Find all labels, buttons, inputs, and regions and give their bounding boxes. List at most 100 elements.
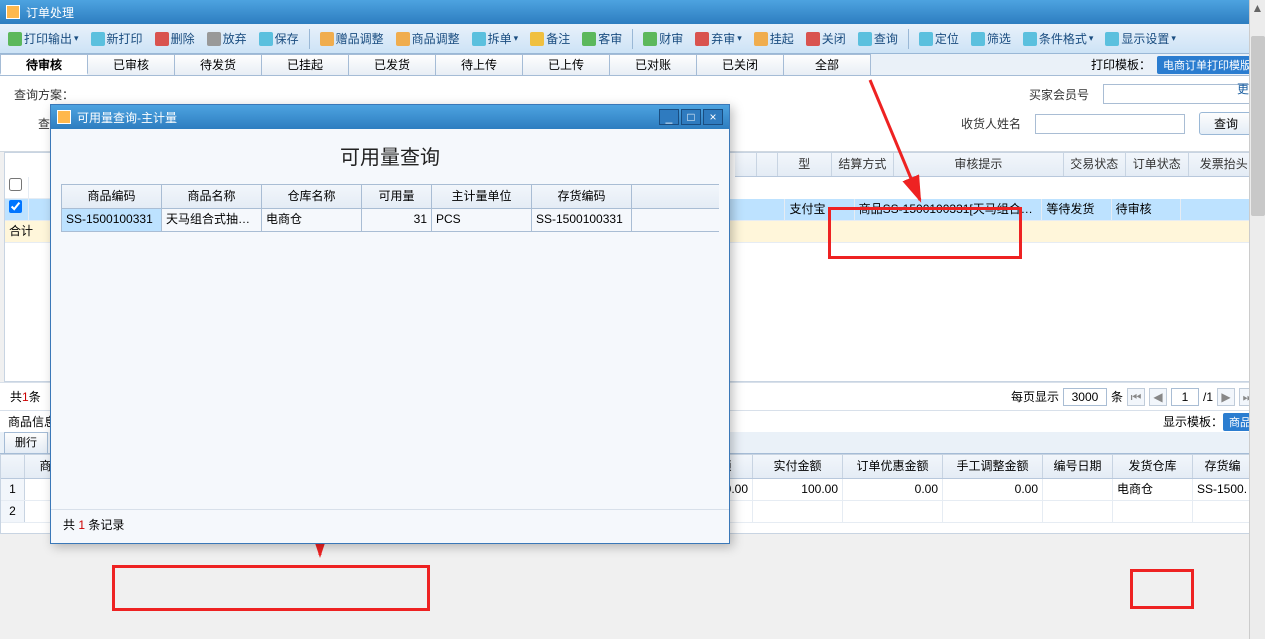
first-page-button[interactable]: ⏮	[1127, 388, 1145, 406]
tab-全部[interactable]: 全部	[783, 54, 871, 75]
detail-cell-paid	[753, 501, 843, 522]
dialog-col-header[interactable]: 存货编码	[532, 185, 632, 208]
toolbar-label: 挂起	[770, 30, 794, 47]
query-button[interactable]: 查询	[1199, 112, 1253, 135]
赠品调整-icon	[320, 32, 334, 46]
toolbar-新打印[interactable]: 新打印	[87, 28, 147, 49]
toolbar-label: 删除	[171, 30, 195, 47]
toolbar-筛选[interactable]: 筛选	[967, 28, 1015, 49]
grid-cell: 商品SS-1500100331[天马组合式…	[855, 199, 1043, 220]
toolbar-放弃[interactable]: 放弃	[203, 28, 251, 49]
col-header[interactable]: 审核提示	[894, 153, 1063, 176]
toolbar-拆单[interactable]: 拆单	[468, 28, 523, 49]
detail-cell-date	[1043, 501, 1113, 522]
print-template-badge[interactable]: 电商订单打印模版	[1157, 56, 1257, 74]
dialog-col-header[interactable]: 可用量	[362, 185, 432, 208]
col-header[interactable]: 型	[778, 153, 832, 176]
toolbar-打印输出[interactable]: 打印输出	[4, 28, 83, 49]
vertical-scrollbar[interactable]: ▲	[1249, 0, 1265, 639]
tab-已关闭[interactable]: 已关闭	[696, 54, 784, 75]
col-header[interactable]: 结算方式	[832, 153, 895, 176]
page-input[interactable]	[1171, 388, 1199, 406]
detail-col-header[interactable]: 订单优惠金额	[843, 455, 943, 478]
detail-col-header[interactable]: 存货编	[1193, 455, 1253, 478]
detail-col-header[interactable]: 实付金额	[753, 455, 843, 478]
显示设置-icon	[1105, 32, 1119, 46]
tab-已上传[interactable]: 已上传	[522, 54, 610, 75]
toolbar-条件格式[interactable]: 条件格式	[1019, 28, 1098, 49]
dialog-footer-count: 1	[78, 518, 85, 532]
dialog-footer-suffix: 条记录	[88, 518, 124, 532]
筛选-icon	[971, 32, 985, 46]
toolbar-label: 客审	[598, 30, 622, 47]
col-header[interactable]	[757, 153, 779, 176]
保存-icon	[259, 32, 273, 46]
dialog-col-header[interactable]: 仓库名称	[262, 185, 362, 208]
buyer-input[interactable]	[1103, 84, 1253, 104]
tab-待上传[interactable]: 待上传	[435, 54, 523, 75]
toolbar-label: 定位	[935, 30, 959, 47]
toolbar-查询[interactable]: 查询	[854, 28, 902, 49]
toolbar-客审[interactable]: 客审	[578, 28, 626, 49]
toolbar-显示设置[interactable]: 显示设置	[1101, 28, 1180, 49]
tab-已发货[interactable]: 已发货	[348, 54, 436, 75]
close-button[interactable]: ×	[703, 109, 723, 125]
detail-cell-inv: SS-1500.	[1193, 479, 1253, 500]
tab-待发货[interactable]: 待发货	[174, 54, 262, 75]
toolbar-赠品调整[interactable]: 赠品调整	[316, 28, 388, 49]
maximize-button[interactable]: □	[681, 109, 701, 125]
toolbar-关闭[interactable]: 关闭	[802, 28, 850, 49]
total-prefix: 共	[10, 388, 22, 405]
tab-已审核[interactable]: 已审核	[87, 54, 175, 75]
minimize-button[interactable]: _	[659, 109, 679, 125]
select-all-checkbox[interactable]	[9, 178, 22, 191]
detail-col-header[interactable]: 手工调整金额	[943, 455, 1043, 478]
detail-cell-wh	[1113, 501, 1193, 522]
toolbar-保存[interactable]: 保存	[255, 28, 303, 49]
dialog-heading: 可用量查询	[51, 129, 729, 184]
detail-col-header[interactable]: 编号日期	[1043, 455, 1113, 478]
dialog-titlebar[interactable]: 可用量查询-主计量 _ □ ×	[51, 105, 729, 129]
toolbar-删除[interactable]: 删除	[151, 28, 199, 49]
dialog-col-header[interactable]: 商品名称	[162, 185, 262, 208]
toolbar-财审[interactable]: 财审	[639, 28, 687, 49]
col-header[interactable]	[735, 153, 757, 176]
tab-待审核[interactable]: 待审核	[0, 54, 88, 75]
toolbar-定位[interactable]: 定位	[915, 28, 963, 49]
next-page-button[interactable]: ▶	[1217, 388, 1235, 406]
col-header[interactable]: 订单状态	[1126, 153, 1189, 176]
detail-left-label: 商品信息	[8, 413, 56, 430]
dialog-title: 可用量查询-主计量	[77, 109, 177, 126]
col-header[interactable]: 交易状态	[1064, 153, 1127, 176]
scroll-thumb[interactable]	[1251, 36, 1265, 216]
toolbar-备注[interactable]: 备注	[526, 28, 574, 49]
detail-col-header[interactable]: 发货仓库	[1113, 455, 1193, 478]
dialog-footer-prefix: 共	[63, 518, 78, 532]
row-checkbox[interactable]	[9, 200, 22, 213]
dialog-col-header[interactable]: 主计量单位	[432, 185, 532, 208]
tab-已挂起[interactable]: 已挂起	[261, 54, 349, 75]
删除-icon	[155, 32, 169, 46]
unit-label: 条	[1111, 388, 1123, 405]
toolbar-label: 保存	[275, 30, 299, 47]
sum-label: 合计	[5, 221, 53, 242]
dialog-cell-inv: SS-1500100331	[532, 209, 632, 231]
dialog-col-header[interactable]: 商品编码	[62, 185, 162, 208]
detail-tab-删行[interactable]: 删行	[4, 432, 48, 453]
toolbar-挂起[interactable]: 挂起	[750, 28, 798, 49]
tab-已对账[interactable]: 已对账	[609, 54, 697, 75]
dialog-cell-qty: 31	[362, 209, 432, 231]
status-tabs: 待审核已审核待发货已挂起已发货待上传已上传已对账已关闭全部 打印模板： 电商订单…	[0, 54, 1265, 76]
toolbar-商品调整[interactable]: 商品调整	[392, 28, 464, 49]
detail-cell-adj: 0.00	[943, 479, 1043, 500]
receiver-input[interactable]	[1035, 114, 1185, 134]
detail-col-header[interactable]	[1, 455, 25, 478]
per-page-input[interactable]	[1063, 388, 1107, 406]
scroll-up-icon[interactable]: ▲	[1250, 0, 1265, 16]
toolbar-label: 放弃	[223, 30, 247, 47]
prev-page-button[interactable]: ◀	[1149, 388, 1167, 406]
annotation-box	[1130, 569, 1194, 609]
条件格式-icon	[1023, 32, 1037, 46]
toolbar-弃审[interactable]: 弃审	[691, 28, 746, 49]
toolbar-label: 拆单	[488, 30, 512, 47]
